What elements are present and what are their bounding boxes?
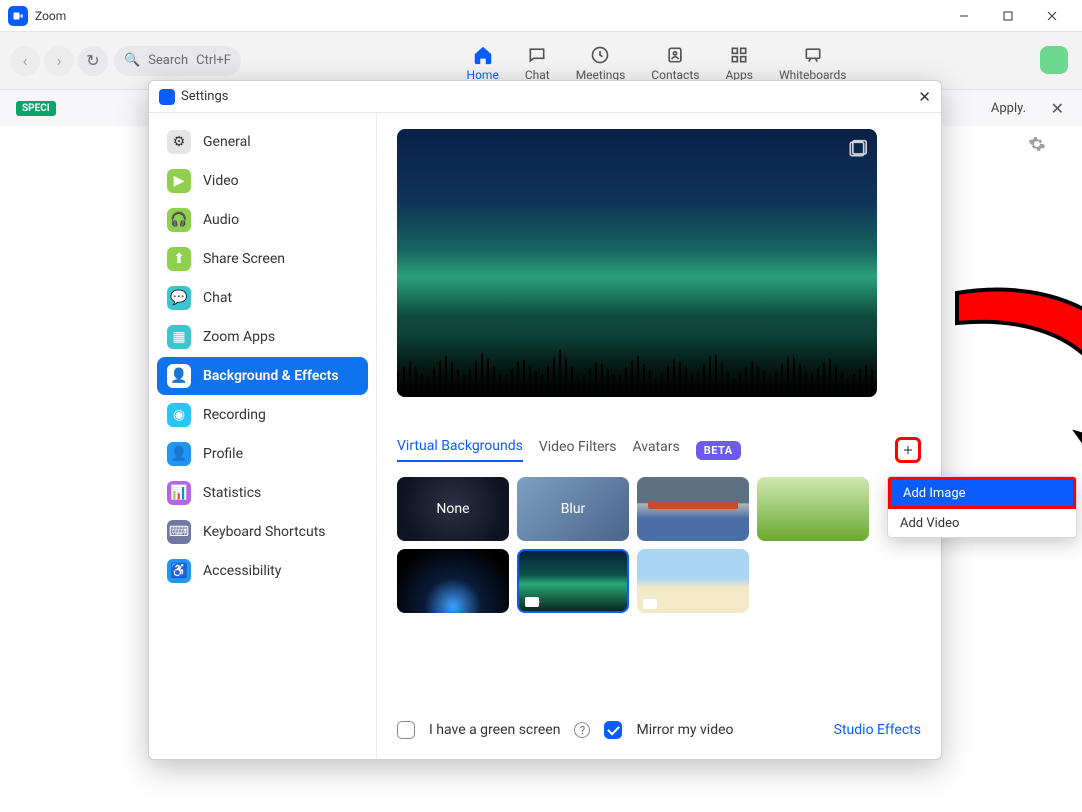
apps-icon xyxy=(728,44,750,66)
sidebar-item-recording[interactable]: ◉Recording xyxy=(157,396,368,434)
sidebar-item-audio[interactable]: 🎧Audio xyxy=(157,201,368,239)
modal-close-button[interactable]: ✕ xyxy=(918,88,931,106)
tab-whiteboards[interactable]: Whiteboards xyxy=(779,40,847,82)
sidebar-item-chat[interactable]: 💬Chat xyxy=(157,279,368,317)
avatar[interactable] xyxy=(1040,46,1068,74)
thumb-aurora[interactable] xyxy=(517,549,629,613)
contacts-icon xyxy=(664,44,686,66)
search-icon: 🔍 xyxy=(124,53,140,68)
search-placeholder: Search xyxy=(148,53,188,68)
video-icon: ▶ xyxy=(167,169,191,193)
clock-icon xyxy=(589,44,611,66)
modal-title: Settings xyxy=(181,89,228,104)
apps-grid-icon: ▦ xyxy=(167,325,191,349)
thumb-grass[interactable] xyxy=(757,477,869,541)
tab-contacts[interactable]: Contacts xyxy=(651,40,699,82)
menu-add-image[interactable]: Add Image xyxy=(888,477,1076,509)
mirror-video-label: Mirror my video xyxy=(636,722,733,738)
modal-app-icon xyxy=(159,89,175,105)
chat-icon xyxy=(526,44,548,66)
profile-icon: 👤 xyxy=(167,442,191,466)
close-button[interactable] xyxy=(1030,0,1074,32)
beta-badge: BETA xyxy=(696,441,741,460)
sidebar-item-share-screen[interactable]: ⬆Share Screen xyxy=(157,240,368,278)
thumb-space[interactable] xyxy=(397,549,509,613)
nav-tabs: Home Chat Meetings Contacts Apps Whitebo… xyxy=(467,40,847,82)
sidebar-item-video[interactable]: ▶Video xyxy=(157,162,368,200)
chat-bubble-icon: 💬 xyxy=(167,286,191,310)
tab-virtual-backgrounds[interactable]: Virtual Backgrounds xyxy=(397,438,523,462)
maximize-button[interactable] xyxy=(986,0,1030,32)
video-preview xyxy=(397,129,877,397)
expand-icon[interactable] xyxy=(847,139,867,159)
add-background-button[interactable] xyxy=(895,437,921,463)
share-icon: ⬆ xyxy=(167,247,191,271)
sidebar-item-profile[interactable]: 👤Profile xyxy=(157,435,368,473)
effects-tabs: Virtual Backgrounds Video Filters Avatar… xyxy=(397,437,921,463)
sidebar-item-general[interactable]: ⚙General xyxy=(157,123,368,161)
history-button[interactable]: ↻ xyxy=(78,46,108,76)
sidebar-item-statistics[interactable]: 📊Statistics xyxy=(157,474,368,512)
person-icon: 👤 xyxy=(167,364,191,388)
thumb-bridge[interactable] xyxy=(637,477,749,541)
background-thumbnails: None Blur xyxy=(397,477,921,613)
thumb-beach[interactable] xyxy=(637,549,749,613)
studio-effects-link[interactable]: Studio Effects xyxy=(834,722,921,738)
headphones-icon: 🎧 xyxy=(167,208,191,232)
menu-add-video[interactable]: Add Video xyxy=(888,509,1076,537)
promo-pill: SPECI xyxy=(16,101,56,116)
window-title: Zoom xyxy=(35,9,66,23)
settings-sidebar: ⚙General ▶Video 🎧Audio ⬆Share Screen 💬Ch… xyxy=(149,113,377,759)
sidebar-item-accessibility[interactable]: ♿Accessibility xyxy=(157,552,368,590)
settings-content: Virtual Backgrounds Video Filters Avatar… xyxy=(377,113,941,759)
add-background-menu: Add Image Add Video xyxy=(887,476,1077,538)
window-controls xyxy=(942,0,1074,32)
app-icon xyxy=(8,6,28,26)
thumb-blur[interactable]: Blur xyxy=(517,477,629,541)
back-button[interactable]: ‹ xyxy=(10,46,40,76)
keyboard-icon: ⌨ xyxy=(167,520,191,544)
tab-home[interactable]: Home xyxy=(467,40,499,82)
green-screen-label: I have a green screen xyxy=(429,722,560,738)
tab-video-filters[interactable]: Video Filters xyxy=(539,439,617,461)
window-titlebar: Zoom xyxy=(0,0,1082,32)
video-badge-icon xyxy=(643,599,657,609)
search-input[interactable]: 🔍 Search Ctrl+F xyxy=(114,46,241,76)
green-screen-checkbox[interactable] xyxy=(397,721,415,739)
tab-avatars[interactable]: Avatars xyxy=(632,439,679,461)
sidebar-item-zoom-apps[interactable]: ▦Zoom Apps xyxy=(157,318,368,356)
promo-text: Apply. xyxy=(991,101,1026,116)
banner-close-icon[interactable]: ✕ xyxy=(1051,99,1064,118)
record-icon: ◉ xyxy=(167,403,191,427)
sidebar-item-background-effects[interactable]: 👤Background & Effects xyxy=(157,357,368,395)
mirror-video-checkbox[interactable] xyxy=(604,721,622,739)
tab-meetings[interactable]: Meetings xyxy=(576,40,626,82)
tab-apps[interactable]: Apps xyxy=(725,40,753,82)
tab-chat[interactable]: Chat xyxy=(525,40,550,82)
stats-icon: 📊 xyxy=(167,481,191,505)
forward-button[interactable]: › xyxy=(44,46,74,76)
settings-modal: Settings ✕ ⚙General ▶Video 🎧Audio ⬆Share… xyxy=(148,80,942,760)
minimize-button[interactable] xyxy=(942,0,986,32)
home-icon xyxy=(472,44,494,66)
gear-icon: ⚙ xyxy=(167,130,191,154)
sidebar-item-keyboard-shortcuts[interactable]: ⌨Keyboard Shortcuts xyxy=(157,513,368,551)
whiteboard-icon xyxy=(802,44,824,66)
settings-footer: I have a green screen ? Mirror my video … xyxy=(397,721,921,739)
video-badge-icon xyxy=(525,597,539,607)
accessibility-icon: ♿ xyxy=(167,559,191,583)
thumb-none[interactable]: None xyxy=(397,477,509,541)
help-icon[interactable]: ? xyxy=(574,722,590,738)
search-shortcut: Ctrl+F xyxy=(196,53,231,68)
settings-gear-icon[interactable] xyxy=(1028,135,1046,157)
